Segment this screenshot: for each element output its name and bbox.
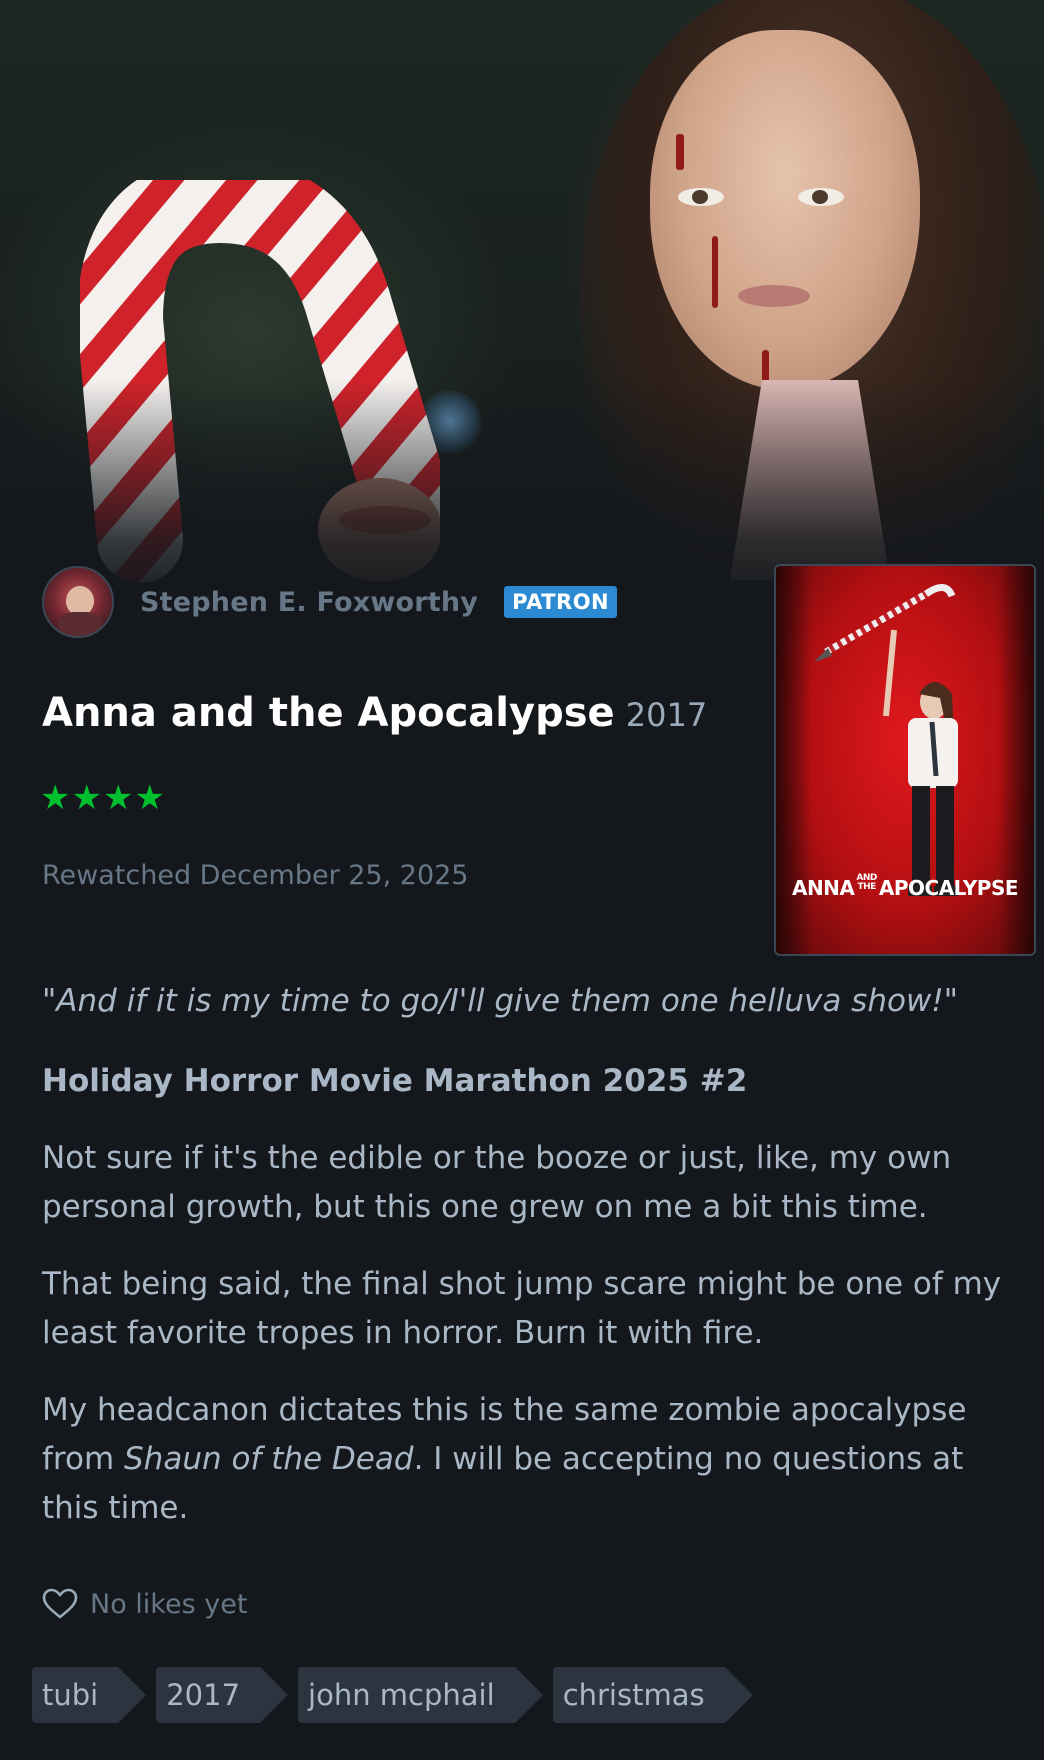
- tag-tubi[interactable]: tubi: [32, 1667, 147, 1723]
- likes-row: No likes yet: [42, 1588, 247, 1620]
- likes-text: No likes yet: [90, 1588, 248, 1620]
- backdrop-lips: [738, 285, 810, 307]
- tag-christmas[interactable]: christmas: [552, 1667, 753, 1723]
- review-body: "And if it is my time to go/I'll give th…: [42, 976, 1022, 1561]
- reviewer-row: Stephen E. Foxworthy PATRON: [42, 566, 618, 638]
- poster-figure-leg-right: [936, 786, 954, 886]
- film-year[interactable]: 2017: [626, 696, 707, 734]
- review-paragraph-2: That being said, the final shot jump sca…: [42, 1266, 1002, 1351]
- poster-title-left: ANNA: [791, 876, 855, 900]
- tag-list: tubi 2017 john mcphail christmas: [32, 1667, 763, 1723]
- watched-date: Rewatched December 25, 2025: [42, 860, 469, 891]
- film-poster[interactable]: ANNA AND THE APOCALYPSE: [774, 564, 1036, 956]
- poster-title: ANNA AND THE APOCALYPSE: [776, 874, 1034, 901]
- backdrop-face: [650, 30, 920, 390]
- poster-figure-leg-left: [912, 786, 930, 886]
- film-title-row: Anna and the Apocalypse 2017: [42, 690, 707, 736]
- patron-badge: PATRON: [504, 586, 618, 618]
- review-heading: Holiday Horror Movie Marathon 2025 #2: [42, 1063, 748, 1099]
- poster-title-right: APOCALYPSE: [878, 876, 1019, 900]
- poster-title-the: THE: [857, 882, 876, 892]
- poster-figure-arm: [883, 629, 897, 717]
- shaun-of-the-dead-title: Shaun of the Dead: [124, 1441, 414, 1477]
- backdrop-image: [0, 0, 1044, 610]
- review-paragraph-3: My headcanon dictates this is the same z…: [42, 1386, 1022, 1533]
- poster-title-small: AND THE: [856, 874, 877, 892]
- poster-cane-hook: [923, 584, 956, 598]
- backdrop-eye-left: [678, 188, 724, 206]
- backdrop-eye-right: [798, 188, 844, 206]
- reviewer-avatar[interactable]: [42, 566, 114, 638]
- star-rating: ★★★★: [40, 778, 166, 818]
- film-title[interactable]: Anna and the Apocalypse: [42, 690, 615, 736]
- heart-icon[interactable]: [42, 1588, 78, 1620]
- review-paragraph-1: Not sure if it's the edible or the booze…: [42, 1140, 952, 1225]
- tag-john-mcphail[interactable]: john mcphail: [298, 1667, 543, 1723]
- backdrop-blood-mark: [712, 236, 718, 308]
- reviewer-name[interactable]: Stephen E. Foxworthy: [140, 587, 478, 618]
- review-quote: "And if it is my time to go/I'll give th…: [42, 983, 958, 1019]
- tag-2017[interactable]: 2017: [156, 1667, 288, 1723]
- backdrop-blood-mark: [676, 134, 684, 170]
